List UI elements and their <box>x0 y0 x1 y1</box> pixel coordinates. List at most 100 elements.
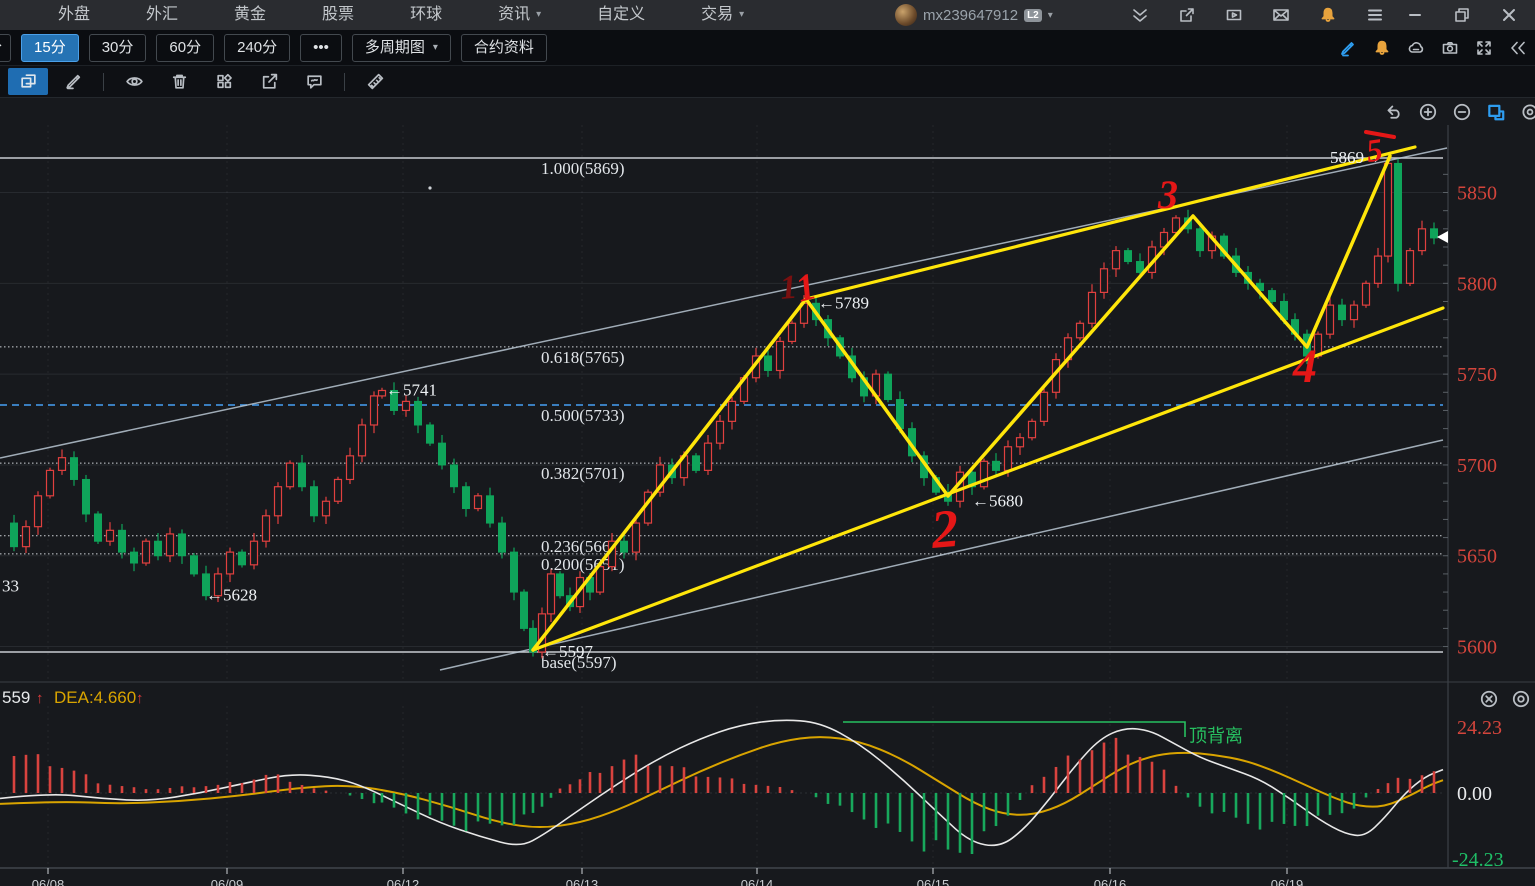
fullscreen-icon[interactable] <box>1474 38 1493 57</box>
username: mx239647912 <box>923 6 1019 24</box>
layers-icon[interactable] <box>1130 6 1149 25</box>
macd-axis: 24.23 0.00 -24.23 <box>1452 717 1504 871</box>
date-axis-label: 06/09 <box>211 877 244 886</box>
window-controls <box>1405 0 1518 30</box>
titlebar-menu-item-5[interactable]: 环球 <box>382 0 470 30</box>
period-button-30分[interactable]: 30分 <box>88 33 147 62</box>
wave-number: 2 <box>928 498 961 560</box>
drawing-toolbar <box>0 66 1535 98</box>
restore-icon[interactable] <box>1452 6 1471 25</box>
cloud-icon[interactable] <box>1406 38 1425 57</box>
titlebar-icons <box>1130 0 1384 30</box>
more-periods-button[interactable]: ••• <box>300 33 342 62</box>
ruler-icon[interactable] <box>355 68 395 95</box>
chevron-down-icon: ▾ <box>739 9 745 20</box>
layout-icon[interactable] <box>1485 101 1507 123</box>
menu-label: 股票 <box>322 6 355 23</box>
fib-label: 0.382(5701) <box>541 464 625 483</box>
minimize-icon[interactable] <box>1405 6 1424 25</box>
camera-icon[interactable] <box>1440 38 1459 57</box>
up-arrow-icon: ↑ <box>136 690 144 707</box>
titlebar-menu-item-8[interactable]: 交易 ▾ <box>673 0 772 30</box>
titlebar-menu-item-2[interactable]: 外汇 <box>118 0 206 30</box>
user-account[interactable]: mx239647912 L2 ▾ <box>895 0 1053 30</box>
zoom-in-icon[interactable] <box>1417 101 1439 123</box>
macd-axis-label: 0.00 <box>1457 783 1492 805</box>
macd-dea-value: DEA:4.660 <box>54 688 136 707</box>
titlebar-menu-item-3[interactable]: 黄金 <box>206 0 294 30</box>
date-axis-label: 06/13 <box>566 877 599 886</box>
menu-label: 黄金 <box>234 6 267 23</box>
period-button-partial[interactable]: 分 <box>0 33 12 62</box>
fib-label: 0.500(5733) <box>541 406 625 425</box>
macd-axis-label: -24.23 <box>1452 849 1504 871</box>
menu-label: 外盘 <box>58 6 91 23</box>
fib-label: 1.000(5869) <box>541 159 625 178</box>
period-button-240分[interactable]: 240分 <box>224 33 291 62</box>
avatar <box>895 4 917 26</box>
date-axis-label: 06/15 <box>917 877 950 886</box>
overlap-icon[interactable] <box>8 68 48 95</box>
comment-icon[interactable] <box>294 68 334 95</box>
contract-info-button[interactable]: 合约资料 <box>460 33 547 62</box>
menu-label: 外汇 <box>146 6 179 23</box>
bell-icon[interactable] <box>1318 6 1337 25</box>
titlebar-menu-item-6[interactable]: 资讯 ▾ <box>470 0 569 30</box>
eye-icon[interactable] <box>114 68 154 95</box>
export-icon[interactable] <box>249 68 289 95</box>
date-axis-label: 06/14 <box>741 877 774 886</box>
macd-axis-label: 24.23 <box>1457 717 1502 739</box>
menu-label: 环球 <box>410 6 443 23</box>
bell-icon[interactable] <box>1372 38 1391 57</box>
macd-diff-value: 559 <box>2 688 30 707</box>
zoom-out-icon[interactable] <box>1451 101 1473 123</box>
period-button-60分[interactable]: 60分 <box>156 33 215 62</box>
current-price-marker <box>1437 231 1448 243</box>
wave-count-annotations[interactable]: 112345 <box>428 130 1396 560</box>
date-axis-label: 06/08 <box>32 877 65 886</box>
wave-number: 4 <box>1292 340 1317 393</box>
share-icon[interactable] <box>1177 6 1196 25</box>
collapse-icon[interactable] <box>1508 38 1527 57</box>
price-tag: ←5789 <box>818 293 869 312</box>
app-window: { "titlebar": { "menus": [ {"label":"外盘"… <box>0 0 1535 886</box>
wave-number: 3 <box>1157 172 1178 217</box>
divergence-annotation[interactable]: 顶背离 <box>843 721 1243 746</box>
price-tag: 33 <box>2 577 19 596</box>
candlestick-series <box>10 157 1438 659</box>
period-buttons: 15分 30分 60分 240分 <box>21 33 300 62</box>
chevron-down-icon: ▾ <box>536 9 542 20</box>
fib-label: 0.618(5765) <box>541 348 625 367</box>
settings-icon[interactable] <box>1519 101 1535 123</box>
list-icon[interactable] <box>1365 6 1384 25</box>
gridlines <box>0 125 1448 866</box>
grid-icon[interactable] <box>204 68 244 95</box>
undo-icon[interactable] <box>1383 101 1405 123</box>
close-icon[interactable] <box>1499 6 1518 25</box>
date-axis-label: 06/19 <box>1271 877 1304 886</box>
chart-toolbar: 分 15分 30分 60分 240分 ••• 多周期图 ▾ 合约资料 <box>0 30 1535 66</box>
period-button-15分[interactable]: 15分 <box>21 33 79 62</box>
price-tag: ←5597 <box>542 642 594 661</box>
price-axis: 5850 5800 5750 5700 5650 5600 <box>1437 173 1497 659</box>
video-icon[interactable] <box>1224 6 1243 25</box>
titlebar-menu-item-4[interactable]: 股票 <box>294 0 382 30</box>
window-titlebar: 外盘 外汇 黄金 股票 环球 资讯 ▾ 自定义 交易 ▾ mx239647912 L2 ▾ <box>0 0 1535 30</box>
close-circle-icon[interactable] <box>1478 688 1500 710</box>
price-axis-label: 5650 <box>1457 546 1497 568</box>
multi-period-button[interactable]: 多周期图 ▾ <box>351 33 451 62</box>
l2-badge: L2 <box>1024 8 1042 22</box>
trendline-annotations[interactable] <box>531 145 1445 652</box>
price-axis-label: 5800 <box>1457 273 1497 295</box>
macd-header: 559 ↑ DEA:4.660 ↑ <box>2 688 144 707</box>
edit-icon[interactable] <box>1338 38 1357 57</box>
trash-icon[interactable] <box>159 68 199 95</box>
titlebar-menu-item-1[interactable]: 外盘 <box>30 0 118 30</box>
pencil-icon[interactable] <box>53 68 93 95</box>
chevron-down-icon: ▾ <box>1047 9 1053 21</box>
mail-icon[interactable] <box>1271 6 1290 25</box>
titlebar-menu-item-7[interactable]: 自定义 <box>569 0 673 30</box>
toolbar-right-icons <box>1338 30 1527 65</box>
settings-circle-icon[interactable] <box>1510 688 1532 710</box>
price-axis-label: 5600 <box>1457 637 1497 659</box>
